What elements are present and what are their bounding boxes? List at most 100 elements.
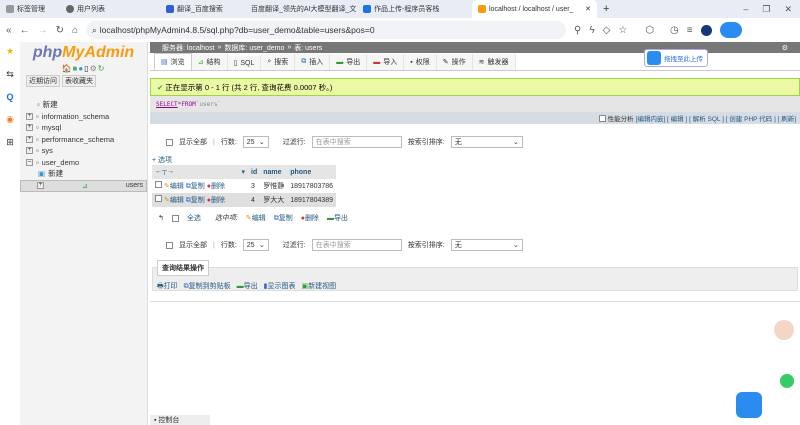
home-icon[interactable]: 🏠 xyxy=(62,64,73,73)
key-icon[interactable]: ⚲ xyxy=(574,25,581,36)
display-chart-button[interactable]: ▮显示图表 xyxy=(264,281,296,293)
close-window-icon[interactable]: ✕ xyxy=(784,4,792,15)
tab-structure[interactable]: ⊿ 结构 xyxy=(191,54,228,70)
extension-icon[interactable]: ⬡ xyxy=(645,25,654,36)
minimize-icon[interactable]: – xyxy=(743,4,748,15)
recent-button[interactable]: 近期访问 xyxy=(26,75,60,87)
upload-dropzone[interactable]: 拖拽至此上传 xyxy=(644,49,708,67)
tab-import[interactable]: ▬ 导入 xyxy=(367,54,405,70)
address-bar[interactable]: ⌕ localhost/phpMyAdmin4.8.5/sql.php?db=us… xyxy=(86,21,566,39)
show-all-checkbox[interactable] xyxy=(166,241,173,249)
profiling-checkbox[interactable] xyxy=(598,114,606,122)
tab-insert[interactable]: ⧉ 插入 xyxy=(295,54,331,70)
reload-icon[interactable]: ↻ xyxy=(98,64,106,73)
tab-export[interactable]: ▬ 导出 xyxy=(330,54,368,70)
sort-select[interactable]: 无 ⌄ xyxy=(450,136,523,148)
edit-link[interactable]: 编辑 xyxy=(170,183,184,190)
column-header-name[interactable]: name xyxy=(260,165,288,179)
column-header-phone[interactable]: phone xyxy=(287,165,337,179)
menu-icon[interactable]: ≡ xyxy=(687,25,693,36)
copy-link[interactable]: 复制 xyxy=(191,197,205,204)
tree-table-users[interactable]: + ⊿ users xyxy=(20,179,147,192)
history-icon[interactable]: ◷ xyxy=(670,25,679,36)
select-all-link[interactable]: 全选 xyxy=(187,213,201,223)
home-icon[interactable]: ⌂ xyxy=(72,25,78,36)
expand-icon[interactable]: + xyxy=(26,135,33,143)
avatar[interactable] xyxy=(700,24,712,36)
tree-db[interactable]: + ▫ mysql xyxy=(20,122,147,134)
server-link[interactable]: 服务器: localhost xyxy=(162,43,215,53)
db-link[interactable]: 数据库: user_demo xyxy=(224,43,284,53)
delete-link[interactable]: 删除 xyxy=(211,183,225,190)
column-resize-handle[interactable]: ←┬→ ▾ xyxy=(152,165,248,179)
bird-icon[interactable] xyxy=(736,392,762,418)
sort-select[interactable]: 无 ⌄ xyxy=(450,239,523,251)
settings-icon[interactable]: ⚙ xyxy=(90,64,98,73)
browser-tab[interactable]: 翻译_百度搜索 xyxy=(160,0,242,18)
back-icon[interactable]: ← xyxy=(20,25,30,36)
app-icon[interactable]: ◉ xyxy=(6,114,14,125)
new-tab-button[interactable]: + xyxy=(597,0,615,18)
helper-icon[interactable] xyxy=(780,374,794,388)
q-icon[interactable]: Q xyxy=(6,92,13,102)
rows-select[interactable]: 25 ⌄ xyxy=(242,239,269,251)
forward-icon[interactable]: → xyxy=(38,25,48,36)
delete-link[interactable]: 删除 xyxy=(211,197,225,204)
copy-link[interactable]: 复制 xyxy=(191,183,205,190)
create-view-button[interactable]: ▣新建视图 xyxy=(301,281,336,293)
tree-db[interactable]: + ▫ information_schema xyxy=(20,111,147,123)
favorite-star-icon[interactable]: ★ xyxy=(6,46,14,57)
tab-triggers[interactable]: ≋ 触发器 xyxy=(472,54,516,70)
edit-link[interactable]: 编辑 xyxy=(170,197,184,204)
cloud-icon[interactable] xyxy=(719,22,742,38)
browser-tab-active[interactable]: localhost / localhost / user_ ✕ xyxy=(472,0,597,18)
sidebar-toggle-icon[interactable]: « xyxy=(6,25,12,36)
star-icon[interactable]: ☆ xyxy=(618,25,627,36)
expand-icon[interactable]: + xyxy=(37,182,44,189)
tab-operations[interactable]: ✎ 操作 xyxy=(436,54,473,70)
collapse-icon[interactable]: – xyxy=(26,158,33,166)
gear-icon[interactable]: ⚙ xyxy=(782,44,788,52)
show-all-checkbox[interactable] xyxy=(166,138,173,146)
reload-icon[interactable]: ↻ xyxy=(56,25,64,36)
close-icon[interactable]: ✕ xyxy=(585,5,591,13)
expand-icon[interactable]: + xyxy=(26,124,33,132)
browser-tab[interactable]: 作品上传-程序员客栈 xyxy=(357,0,472,18)
row-checkbox[interactable] xyxy=(155,181,162,188)
browser-tab[interactable]: 用户列表 xyxy=(60,0,160,18)
tree-db[interactable]: – ▫ user_demo xyxy=(20,157,147,169)
favorites-button[interactable]: 表收藏夹 xyxy=(62,75,96,87)
expand-icon[interactable]: + xyxy=(26,147,33,155)
tree-db[interactable]: + ▫ performance_schema xyxy=(20,134,147,146)
query-links[interactable]: [编辑内嵌] [ 编辑 ] [ 解析 SQL ] [ 创建 PHP 代码 ] [… xyxy=(636,113,796,123)
table-link[interactable]: 表: users xyxy=(294,43,322,53)
console-toggle[interactable]: ▪ 控制台 xyxy=(150,415,210,425)
tree-new-table[interactable]: ▣ 新建 xyxy=(20,168,147,180)
tab-search[interactable]: ⌕ 搜索 xyxy=(261,54,296,70)
restore-icon[interactable]: ❐ xyxy=(762,4,770,15)
lightning-icon[interactable]: ϟ xyxy=(589,25,594,36)
options-link[interactable]: + 选项 xyxy=(150,155,800,165)
bulk-copy-button[interactable]: ⧉复制 xyxy=(274,213,293,223)
browser-tab[interactable]: 标签管理 xyxy=(0,0,60,18)
print-button[interactable]: 🖶打印 xyxy=(157,281,178,293)
bulk-export-button[interactable]: ▬导出 xyxy=(327,213,348,223)
filter-input[interactable]: 在表中搜索 xyxy=(311,136,402,148)
expand-icon[interactable]: + xyxy=(26,112,33,120)
phpmyadmin-logo[interactable]: phpMyAdmin xyxy=(20,44,147,62)
tab-privileges[interactable]: ▪ 权限 xyxy=(404,54,437,70)
assistant-avatar[interactable] xyxy=(774,320,794,340)
filter-input[interactable]: 在表中搜索 xyxy=(311,239,402,251)
browser-tab[interactable]: 百度翻译_领先的AI大模型翻译_文 xyxy=(242,0,357,18)
row-checkbox[interactable] xyxy=(155,195,162,202)
share-icon[interactable]: ◇ xyxy=(603,25,611,36)
tab-browse[interactable]: ▤ 浏览 xyxy=(154,53,192,70)
tree-new[interactable]: ▫ 新建 xyxy=(20,99,147,111)
add-icon[interactable]: ⊞ xyxy=(6,137,14,148)
bulk-delete-button[interactable]: ●删除 xyxy=(301,213,319,223)
copy-clipboard-button[interactable]: ⧉复制到剪贴板 xyxy=(184,281,231,293)
bulk-edit-button[interactable]: ✎编辑 xyxy=(246,213,266,223)
export-button[interactable]: ▬导出 xyxy=(237,281,258,293)
rows-select[interactable]: 25 ⌄ xyxy=(242,136,269,148)
adjust-icon[interactable]: ⇆ xyxy=(6,69,14,80)
